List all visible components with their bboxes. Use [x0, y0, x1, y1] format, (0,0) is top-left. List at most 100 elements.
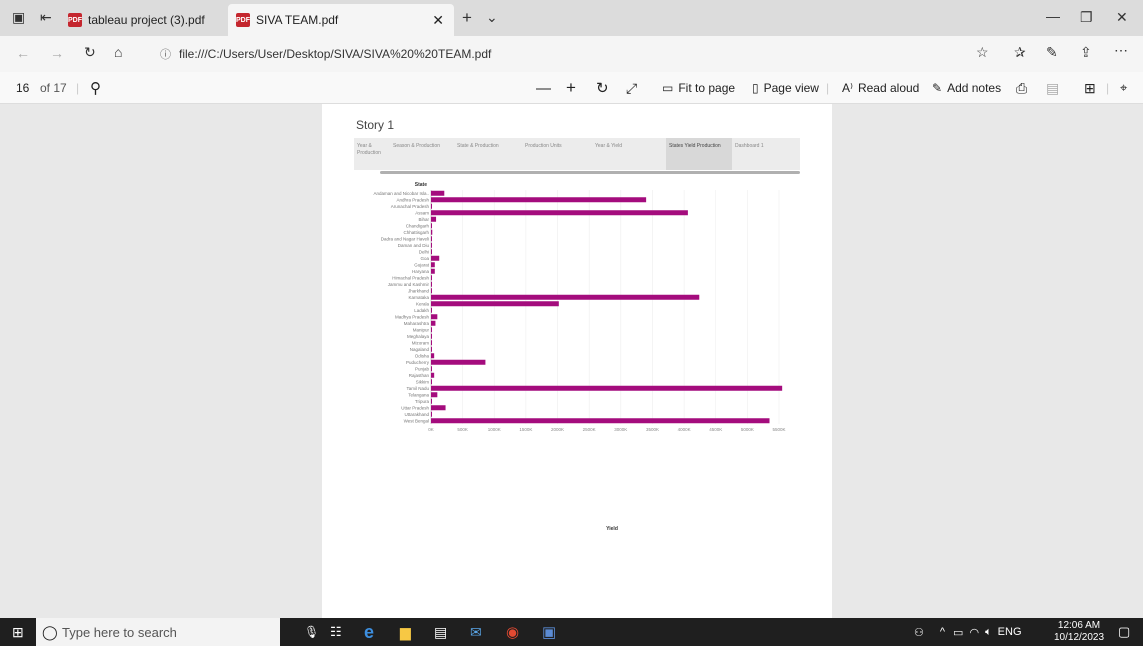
- bar[interactable]: [431, 255, 440, 261]
- bar[interactable]: [431, 379, 432, 385]
- task-view-icon[interactable]: ☷: [330, 624, 342, 640]
- mail-icon[interactable]: ✉: [470, 624, 482, 641]
- bar[interactable]: [431, 366, 432, 372]
- more-icon[interactable]: ⋯: [1114, 42, 1128, 59]
- chevron-up-icon[interactable]: ^: [940, 626, 945, 638]
- forward-icon[interactable]: →: [50, 45, 64, 61]
- add-notes-button[interactable]: ✎ Add notes: [932, 72, 1001, 104]
- bar[interactable]: [431, 405, 446, 411]
- category-label: Goa: [420, 256, 429, 261]
- page-number-input[interactable]: 16: [16, 72, 29, 104]
- category-label: Tripura: [415, 399, 430, 404]
- pin-toolbar-icon[interactable]: ⌖: [1120, 72, 1127, 104]
- bar[interactable]: [431, 262, 435, 268]
- bar[interactable]: [431, 223, 432, 229]
- bar[interactable]: [431, 294, 700, 300]
- read-aloud-button[interactable]: A⁾ Read aloud: [842, 72, 919, 104]
- wifi-icon[interactable]: ◠: [969, 626, 979, 639]
- save-icon[interactable]: ▤: [1046, 72, 1059, 104]
- pdf-icon: PDF: [68, 13, 82, 27]
- store-icon[interactable]: ▤: [434, 624, 447, 641]
- language-indicator[interactable]: ENG: [998, 626, 1022, 638]
- category-label: West Bengal: [404, 418, 429, 423]
- x-tick-label: 4500K: [709, 427, 722, 432]
- bar[interactable]: [431, 392, 438, 398]
- bar[interactable]: [431, 203, 432, 209]
- zoom-out-icon[interactable]: —: [536, 72, 551, 104]
- fullscreen-icon[interactable]: ⤢: [626, 72, 637, 104]
- volume-icon[interactable]: 🔈︎: [985, 626, 992, 639]
- save-as-icon[interactable]: ⊞: [1084, 72, 1096, 104]
- bar[interactable]: [431, 249, 432, 255]
- windows-start-icon[interactable]: ⊞: [12, 624, 24, 641]
- category-label: Uttarakhand: [404, 412, 429, 417]
- fit-to-page-button[interactable]: ▭ Fit to page: [662, 72, 735, 104]
- bar[interactable]: [431, 359, 486, 365]
- bar[interactable]: [431, 216, 437, 222]
- search-icon[interactable]: ⚲: [90, 72, 101, 104]
- bar[interactable]: [431, 301, 559, 307]
- battery-icon[interactable]: ▭: [953, 626, 963, 639]
- favorites-icon[interactable]: ✰: [1014, 44, 1026, 61]
- x-tick-label: 5000K: [741, 427, 754, 432]
- category-label: Punjab: [415, 366, 430, 371]
- bar[interactable]: [431, 197, 647, 203]
- bar[interactable]: [431, 229, 433, 235]
- bar[interactable]: [431, 307, 432, 313]
- bar[interactable]: [431, 281, 432, 287]
- category-label: Madhya Pradesh: [395, 314, 430, 319]
- file-explorer-icon[interactable]: ▆: [400, 624, 411, 641]
- bar[interactable]: [431, 398, 432, 404]
- page-view-label: Page view: [763, 81, 819, 95]
- home-icon[interactable]: ⌂: [114, 44, 122, 60]
- app-icon[interactable]: ▣: [542, 623, 556, 641]
- bar[interactable]: [431, 268, 435, 274]
- notifications-icon[interactable]: ▢: [1118, 624, 1130, 640]
- bar[interactable]: [431, 327, 432, 333]
- refresh-icon[interactable]: ↻: [84, 44, 96, 61]
- bar[interactable]: [431, 275, 432, 281]
- close-tab-icon[interactable]: ✕: [432, 12, 444, 29]
- set-tabs-aside-icon[interactable]: ⇤: [40, 9, 52, 26]
- divider: |: [1106, 81, 1110, 95]
- rotate-icon[interactable]: ↻: [596, 72, 609, 104]
- share-icon[interactable]: ⇪: [1080, 44, 1092, 61]
- tab-siva-team[interactable]: PDF SIVA TEAM.pdf ✕: [228, 4, 454, 36]
- restore-icon[interactable]: ❐: [1080, 9, 1093, 26]
- zoom-in-icon[interactable]: +: [566, 72, 576, 104]
- bar[interactable]: [431, 333, 432, 339]
- bar[interactable]: [431, 242, 432, 248]
- favorite-star-icon[interactable]: ☆: [976, 44, 989, 61]
- edge-icon[interactable]: e: [364, 622, 374, 643]
- bar[interactable]: [431, 385, 783, 391]
- close-window-icon[interactable]: ✕: [1116, 9, 1128, 26]
- print-icon[interactable]: ⎙: [1016, 72, 1027, 104]
- page-view-button[interactable]: ▯ Page view: [752, 72, 819, 104]
- people-icon[interactable]: ⚇: [914, 626, 924, 639]
- bar[interactable]: [431, 346, 432, 352]
- pen-icon[interactable]: ✎: [1046, 44, 1058, 61]
- bar[interactable]: [431, 411, 432, 417]
- back-icon[interactable]: ←: [16, 45, 30, 61]
- chevron-down-icon[interactable]: ⌄: [486, 9, 498, 26]
- bar[interactable]: [431, 288, 432, 294]
- clock[interactable]: 12:06 AM 10/12/2023: [1054, 620, 1104, 644]
- tab-tableau-project[interactable]: PDF tableau project (3).pdf: [60, 4, 220, 36]
- bar[interactable]: [431, 340, 432, 346]
- tab-actions-icon[interactable]: ▣: [12, 9, 25, 26]
- url-field[interactable]: ⓘ file:///C:/Users/User/Desktop/SIVA/SIV…: [160, 41, 970, 67]
- chrome-icon[interactable]: ◉: [506, 623, 519, 641]
- bar[interactable]: [431, 190, 445, 196]
- bar[interactable]: [431, 320, 436, 326]
- bar[interactable]: [431, 418, 770, 424]
- bar[interactable]: [431, 314, 438, 320]
- new-tab-icon[interactable]: +: [462, 8, 472, 28]
- microphone-icon[interactable]: 🎙︎: [304, 625, 319, 639]
- bar[interactable]: [431, 210, 688, 216]
- bar[interactable]: [431, 353, 435, 359]
- address-bar: ← → ↻ ⌂ ⓘ file:///C:/Users/User/Desktop/…: [0, 36, 1143, 72]
- bar[interactable]: [431, 236, 432, 242]
- bar[interactable]: [431, 372, 435, 378]
- taskbar-search[interactable]: ◯ Type here to search 🎙︎: [36, 618, 319, 646]
- minimize-icon[interactable]: —: [1046, 8, 1060, 24]
